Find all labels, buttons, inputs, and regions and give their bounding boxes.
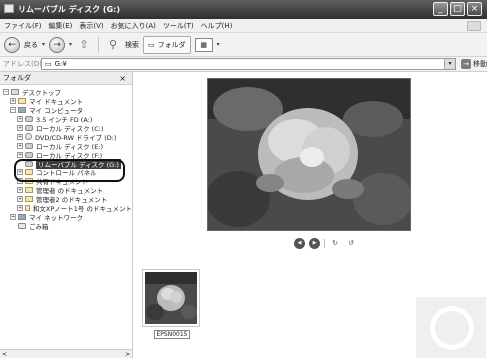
cd-icon <box>25 133 32 141</box>
minimize-button[interactable]: _ <box>433 2 448 16</box>
search-button-label[interactable]: 検索 <box>125 40 139 50</box>
controls-separator <box>324 239 325 248</box>
menu-favorites[interactable]: お気に入り(A) <box>111 21 156 31</box>
collapse-icon[interactable]: − <box>10 107 16 114</box>
file-item[interactable]: EPSN0015 <box>142 269 202 339</box>
menu-bar: ファイル(F) 編集(E) 表示(V) お気に入り(A) ツール(T) ヘルプ(… <box>0 19 487 33</box>
folder-pane-close-icon[interactable]: × <box>119 74 126 83</box>
search-icon[interactable]: ⚲ <box>105 37 121 53</box>
window-controls: _ □ × <box>433 2 482 16</box>
expand-icon[interactable]: + <box>10 213 16 220</box>
address-bar: アドレス(D) ▭ G:¥ ▾ → 移動 <box>0 57 487 72</box>
control-panel-icon <box>25 169 33 176</box>
folder-pane: フォルダ × − デスクトップ + マイ ドキュメント − マイ コンピュータ +3.5 イ… <box>0 72 133 358</box>
folder-tree: − デスクトップ + マイ ドキュメント − マイ コンピュータ +3.5 インチ FD (… <box>0 85 132 231</box>
expand-icon[interactable]: + <box>17 142 23 149</box>
rotate-ccw-icon[interactable]: ↺ <box>345 238 357 249</box>
folder-pane-header: フォルダ × <box>0 72 132 85</box>
views-dropdown-icon[interactable]: ▾ <box>217 41 220 48</box>
address-input[interactable]: ▭ G:¥ ▾ <box>41 58 456 70</box>
removable-drive-icon <box>25 160 33 167</box>
desktop-icon <box>11 89 19 96</box>
menu-tools[interactable]: ツール(T) <box>163 21 194 31</box>
recycle-bin-icon <box>18 222 26 229</box>
forward-dropdown-icon[interactable]: ▾ <box>69 41 72 48</box>
drive-icon <box>25 125 33 131</box>
folder-pane-title: フォルダ <box>3 74 31 82</box>
computer-icon <box>18 107 26 114</box>
image-preview <box>207 78 411 231</box>
viewer-controls: ◀ ▶ ↻ ↺ <box>294 238 357 249</box>
folder-icon <box>18 98 26 105</box>
views-icon[interactable]: ▦ <box>194 37 213 52</box>
next-icon[interactable]: ▶ <box>309 238 320 249</box>
expand-icon[interactable]: + <box>17 187 23 194</box>
go-button-label: 移動 <box>473 60 487 68</box>
title-bar: リムーバブル ディスク (G:) _ □ × <box>0 0 487 19</box>
collapse-icon[interactable]: − <box>3 89 9 96</box>
watermark-logo <box>416 297 486 358</box>
network-icon <box>18 213 26 220</box>
tree-item-label: ごみ箱 <box>29 222 49 231</box>
maximize-button[interactable]: □ <box>450 2 465 16</box>
file-name-text: EPSN0015 <box>153 330 191 339</box>
thumbnail-image[interactable] <box>142 269 200 327</box>
folder-icon <box>25 187 33 194</box>
window-title: リムーバブル ディスク (G:) <box>18 5 121 14</box>
flower-photo <box>208 79 410 230</box>
address-label: アドレス(D) <box>3 60 42 68</box>
floppy-icon <box>25 116 33 123</box>
scroll-right-icon[interactable]: > <box>125 351 130 358</box>
tree-item[interactable]: + マイ ネットワーク <box>0 212 132 222</box>
expand-icon[interactable]: + <box>17 151 23 158</box>
menu-view[interactable]: 表示(V) <box>79 21 103 31</box>
drive-icon <box>25 151 33 158</box>
flower-thumbnail <box>145 272 197 324</box>
expand-icon[interactable]: + <box>17 169 23 176</box>
address-dropdown-icon[interactable]: ▾ <box>444 59 455 69</box>
rotate-cw-icon[interactable]: ↻ <box>329 238 341 249</box>
file-name[interactable]: EPSN0015 <box>142 330 202 339</box>
expand-icon[interactable]: + <box>17 178 23 185</box>
expand-icon[interactable]: + <box>17 125 23 131</box>
toolbar: ← 戻る ▾ → ▾ ⇧ ⚲ 検索 ▭ フォルダ ▦ ▾ <box>0 33 487 57</box>
address-value[interactable]: G:¥ <box>55 60 67 68</box>
close-button[interactable]: × <box>467 2 482 16</box>
horizontal-scrollbar[interactable]: < > <box>0 349 132 358</box>
folder-icon <box>25 205 30 212</box>
removable-drive-icon: ▭ <box>45 60 52 68</box>
expand-icon[interactable]: + <box>10 98 16 105</box>
menu-edit[interactable]: 編集(E) <box>49 21 73 31</box>
folders-button-label: フォルダ <box>157 40 186 49</box>
file-view: ◀ ▶ ↻ ↺ EPSN0015 <box>134 72 487 358</box>
folder-icon <box>25 178 33 185</box>
forward-arrow-icon[interactable]: → <box>49 36 66 53</box>
previous-icon[interactable]: ◀ <box>294 238 305 249</box>
back-arrow-icon[interactable]: ← <box>4 36 20 53</box>
expand-icon[interactable]: + <box>17 205 23 212</box>
go-button[interactable]: → 移動 <box>461 59 487 69</box>
folders-button[interactable]: ▭ フォルダ <box>143 35 191 54</box>
back-button-label[interactable]: 戻る <box>24 40 38 50</box>
expand-icon[interactable]: + <box>17 133 23 140</box>
up-folder-icon[interactable]: ⇧ <box>76 37 92 53</box>
drive-window-icon <box>4 4 14 13</box>
menu-help[interactable]: ヘルプ(H) <box>201 21 233 31</box>
tree-item[interactable]: ごみ箱 <box>0 221 132 231</box>
scroll-left-icon[interactable]: < <box>2 351 7 358</box>
toolbar-separator <box>98 36 100 53</box>
menu-file[interactable]: ファイル(F) <box>4 21 42 31</box>
folder-icon <box>25 196 33 203</box>
expand-icon[interactable]: + <box>17 116 23 123</box>
expand-icon[interactable]: + <box>17 196 23 203</box>
back-dropdown-icon[interactable]: ▾ <box>42 41 45 48</box>
go-arrow-icon: → <box>461 59 471 69</box>
windows-logo-icon <box>467 20 481 31</box>
folders-icon: ▭ <box>148 40 155 49</box>
watermark-disc <box>430 306 474 350</box>
drive-icon <box>25 142 33 149</box>
